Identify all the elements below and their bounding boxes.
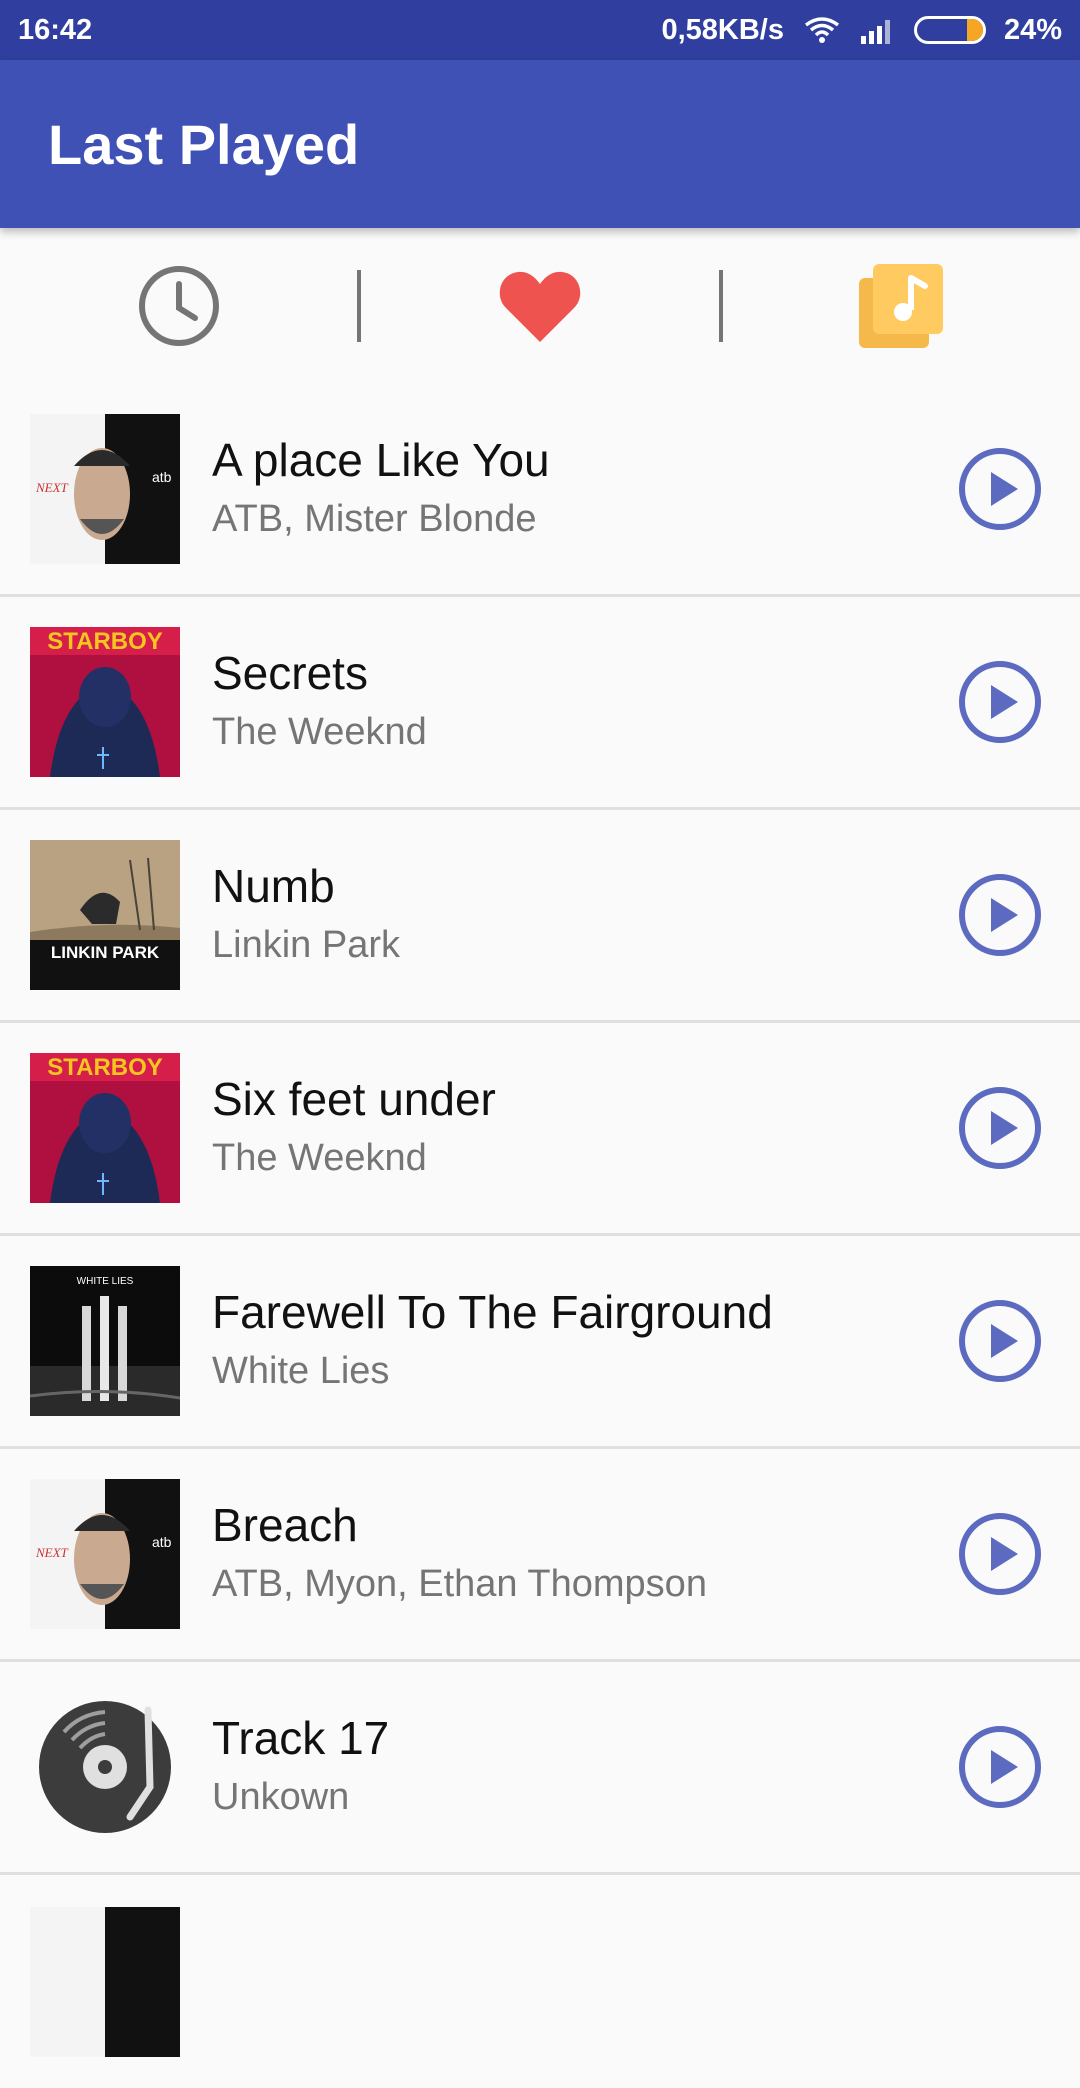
track-row[interactable]: LINKIN PARK Numb Linkin Park — [0, 810, 1080, 1023]
track-artist: ATB, Myon, Ethan Thompson — [212, 1562, 707, 1605]
clock-icon — [138, 266, 219, 346]
album-art: LINKIN PARK — [30, 840, 180, 990]
track-row[interactable]: atb NEXT A place Like You ATB, Mister Bl… — [0, 384, 1080, 597]
album-art: STARBOY — [30, 627, 180, 777]
wifi-icon — [804, 17, 840, 43]
svg-text:WHITE LIES: WHITE LIES — [77, 1276, 134, 1287]
album-art: STARBOY — [30, 1053, 180, 1203]
track-title: Secrets — [212, 646, 368, 699]
track-row[interactable]: STARBOY Six feet under The Weeknd — [0, 1023, 1080, 1236]
play-button[interactable] — [958, 1086, 1042, 1170]
status-bar: 16:42 0,58KB/s 24% — [0, 0, 1080, 60]
track-title: A place Like You — [212, 433, 550, 486]
svg-text:atb: atb — [152, 469, 172, 485]
track-artist: Unkown — [212, 1775, 350, 1818]
music-library-icon — [859, 264, 944, 348]
heart-icon — [499, 271, 581, 342]
svg-text:atb: atb — [152, 1534, 172, 1550]
album-art: atb NEXT — [30, 414, 180, 564]
play-button[interactable] — [958, 660, 1042, 744]
tab-recent[interactable] — [0, 228, 357, 384]
track-list: atb NEXT A place Like You ATB, Mister Bl… — [0, 384, 1080, 2088]
play-button[interactable] — [958, 447, 1042, 531]
svg-text:STARBOY: STARBOY — [47, 628, 163, 655]
play-button[interactable] — [958, 1299, 1042, 1383]
track-row[interactable]: WHITE LIES Farewell To The Fairground Wh… — [0, 1236, 1080, 1449]
album-art: WHITE LIES — [30, 1266, 180, 1416]
battery-icon — [913, 16, 986, 44]
app-bar: Last Played — [0, 60, 1080, 228]
tab-library[interactable] — [723, 228, 1080, 384]
status-indicators: 0,58KB/s 24% — [661, 14, 1062, 47]
filter-tabs — [0, 228, 1080, 384]
track-row[interactable]: STARBOY Secrets The Weeknd — [0, 597, 1080, 810]
vinyl-record-icon — [39, 1701, 171, 1833]
track-row[interactable]: Track 17 Unkown — [0, 1662, 1080, 1875]
track-title: Breach — [212, 1498, 358, 1551]
track-row[interactable]: atb NEXT Breach ATB, Myon, Ethan Thompso… — [0, 1449, 1080, 1662]
track-artist: The Weeknd — [212, 1136, 427, 1179]
svg-text:NEXT: NEXT — [35, 1545, 69, 1560]
play-button[interactable] — [958, 1512, 1042, 1596]
track-artist: Linkin Park — [212, 923, 400, 966]
track-artist: The Weeknd — [212, 710, 427, 753]
signal-icon — [860, 20, 890, 44]
network-speed: 0,58KB/s — [661, 13, 784, 46]
album-art — [30, 1906, 180, 2057]
track-row[interactable] — [0, 1875, 1080, 2088]
track-title: Six feet under — [212, 1072, 496, 1125]
play-button[interactable] — [958, 1725, 1042, 1809]
track-artist: ATB, Mister Blonde — [212, 497, 537, 540]
track-title: Track 17 — [212, 1711, 390, 1764]
tab-favorites[interactable] — [361, 228, 718, 384]
track-title: Numb — [212, 859, 335, 912]
track-artist: White Lies — [212, 1349, 390, 1392]
svg-text:NEXT: NEXT — [35, 480, 69, 495]
svg-text:STARBOY: STARBOY — [47, 1054, 163, 1081]
album-art: atb NEXT — [30, 1479, 180, 1629]
battery-percent: 24% — [1003, 13, 1062, 46]
status-time: 16:42 — [18, 13, 93, 46]
track-title: Farewell To The Fairground — [212, 1285, 773, 1338]
play-button[interactable] — [958, 873, 1042, 957]
svg-text:LINKIN PARK: LINKIN PARK — [51, 943, 160, 962]
album-art — [30, 1692, 180, 1842]
page-title: Last Played — [48, 112, 360, 176]
